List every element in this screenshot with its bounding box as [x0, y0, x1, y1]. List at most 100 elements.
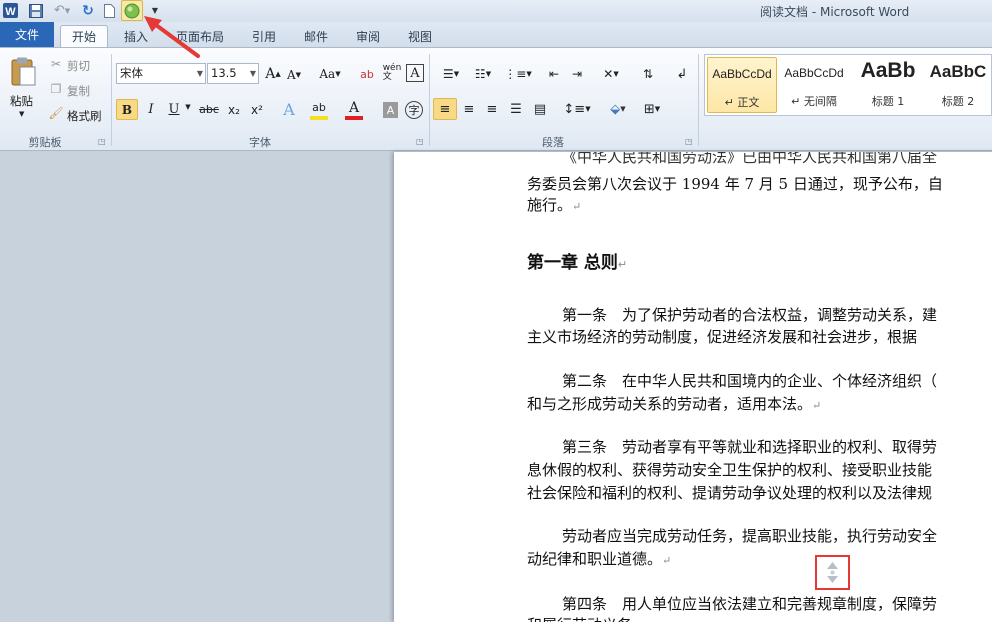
- shading-icon[interactable]: ⬙ ▼: [604, 99, 632, 119]
- document-workspace: 《中华人民共和国劳动法》已由中华人民共和国第八届全 务委员会第八次会议于 199…: [0, 152, 992, 622]
- tab-home[interactable]: 开始: [60, 25, 108, 47]
- show-marks-icon[interactable]: ↲: [672, 65, 692, 83]
- scroll-arrows-icon: [827, 562, 838, 583]
- increase-indent-icon[interactable]: ⇥: [567, 65, 587, 83]
- font-name-combo[interactable]: 宋体 ▼: [116, 63, 206, 84]
- tab-mailings[interactable]: 邮件: [302, 25, 330, 47]
- clipboard-group-label: 剪贴板: [28, 136, 62, 149]
- tab-review[interactable]: 审阅: [354, 25, 382, 47]
- numbering-icon[interactable]: ☷ ▼: [470, 65, 496, 83]
- font-color-icon[interactable]: A: [345, 99, 363, 120]
- new-doc-icon[interactable]: [102, 2, 116, 19]
- style-name: ↵ 正文: [724, 96, 760, 109]
- text-line: 施行。↵: [527, 194, 581, 215]
- paste-dropdown-icon[interactable]: ▼: [19, 110, 24, 118]
- bullets-icon[interactable]: ☰ ▼: [438, 65, 464, 83]
- group-separator: [111, 54, 112, 146]
- style-normal[interactable]: AaBbCcDd ↵ 正文: [707, 57, 777, 113]
- format-painter-button[interactable]: 格式刷: [67, 108, 102, 124]
- strikethrough-button[interactable]: abc: [198, 99, 220, 120]
- align-center-icon[interactable]: ≡: [459, 99, 479, 119]
- character-shading-icon[interactable]: A: [383, 102, 398, 118]
- window-title: 阅读文档 - Microsoft Word: [760, 5, 910, 19]
- text-effects-icon[interactable]: A: [280, 99, 298, 120]
- save-icon[interactable]: [28, 2, 44, 19]
- shrink-font-button[interactable]: A ▼: [286, 66, 302, 84]
- text-line: 主义市场经济的劳动制度，促进经济发展和社会进步，根据: [527, 328, 918, 346]
- grow-font-label: A: [265, 66, 276, 82]
- annotation-arrow-icon: [144, 16, 200, 58]
- highlight-icon[interactable]: ab: [310, 99, 328, 120]
- text-line: 务委员会第八次会议于 1994 年 7 月 5 日通过，现予公布，自: [527, 175, 943, 193]
- undo-icon[interactable]: ↶ ▼: [52, 2, 72, 19]
- redo-icon[interactable]: ↻: [80, 2, 96, 19]
- character-border-icon[interactable]: A: [406, 64, 424, 82]
- text-span: 施行。: [527, 196, 573, 214]
- tab-file[interactable]: 文件: [0, 22, 54, 47]
- chevron-down-icon: ▼: [196, 69, 203, 78]
- style-sample: AaBbC: [929, 62, 987, 81]
- align-right-icon[interactable]: ≡: [482, 99, 502, 119]
- text-line: 《中华人民共和国劳动法》已由中华人民共和国第八届全: [562, 152, 938, 166]
- borders-icon[interactable]: ⊞ ▼: [638, 99, 666, 119]
- font-size-combo[interactable]: 13.5 ▼: [207, 63, 259, 84]
- scissors-icon[interactable]: ✂: [48, 57, 64, 71]
- line-spacing-icon[interactable]: ↕≡ ▼: [563, 99, 591, 119]
- grow-font-button[interactable]: A ▲: [264, 64, 282, 84]
- tab-view[interactable]: 视图: [406, 25, 434, 47]
- multilevel-list-icon[interactable]: ⋮≡ ▼: [504, 65, 532, 83]
- align-left-icon[interactable]: ≡: [433, 98, 457, 120]
- font-size-value: 13.5: [211, 66, 237, 80]
- bold-button[interactable]: B: [116, 99, 138, 120]
- style-heading-2[interactable]: AaBbC 标题 2: [925, 57, 991, 113]
- style-name: 标题 1: [871, 95, 905, 108]
- text-line: 息休假的权利、获得劳动安全卫生保护的权利、接受职业技能: [527, 461, 933, 479]
- font-group-label: 字体: [249, 136, 271, 149]
- shrink-font-label: A: [286, 68, 296, 82]
- justify-icon[interactable]: ☰: [506, 99, 526, 119]
- style-sample: AaBbCcDd: [712, 67, 772, 81]
- text-span: 动纪律和职业道德。: [527, 550, 663, 568]
- change-case-label: Aa: [319, 67, 336, 81]
- subscript-button[interactable]: x₂: [224, 99, 244, 120]
- text-line: 第三条 劳动者享有平等就业和选择职业的权利、取得劳: [562, 438, 938, 456]
- phonetic-guide-icon[interactable]: wén 文: [382, 62, 402, 84]
- word-logo-icon[interactable]: W: [2, 2, 18, 19]
- paste-icon[interactable]: [8, 56, 38, 88]
- format-painter-icon[interactable]: 🖌: [48, 106, 64, 120]
- text-line: 动纪律和职业道德。↵: [527, 548, 671, 569]
- font-launcher-icon[interactable]: ◳: [416, 137, 424, 146]
- italic-button[interactable]: I: [141, 99, 161, 120]
- text-line: 和履行劳动义务。: [527, 614, 647, 622]
- underline-button[interactable]: U: [165, 99, 183, 120]
- decrease-indent-icon[interactable]: ⇤: [544, 65, 564, 83]
- copy-button[interactable]: 复制: [67, 83, 90, 99]
- style-name: 标题 2: [941, 95, 975, 108]
- copy-icon[interactable]: ❐: [48, 82, 64, 96]
- sort-icon[interactable]: ⇅: [638, 65, 658, 83]
- superscript-button[interactable]: x²: [247, 99, 267, 120]
- underline-dropdown-icon[interactable]: ▼: [184, 103, 192, 111]
- text-line: 和与之形成劳动关系的劳动者，适用本法。↵: [527, 393, 821, 414]
- document-page[interactable]: 《中华人民共和国劳动法》已由中华人民共和国第八届全 务委员会第八次会议于 199…: [394, 152, 992, 622]
- text-line: 劳动者应当完成劳动任务，提高职业技能，执行劳动安全: [562, 527, 938, 545]
- text-line: 社会保险和福利的权利、提请劳动争议处理的权利以及法律规: [527, 484, 933, 502]
- font-name-value: 宋体: [120, 66, 143, 80]
- enclose-character-icon[interactable]: 字: [405, 101, 423, 119]
- style-heading-1[interactable]: AaBb 标题 1: [853, 57, 923, 113]
- clear-format-icon[interactable]: ab: [358, 64, 376, 84]
- cut-button[interactable]: 剪切: [67, 58, 90, 74]
- scroll-indicator-highlight[interactable]: [815, 555, 850, 590]
- paragraph-launcher-icon[interactable]: ◳: [685, 137, 693, 146]
- distributed-icon[interactable]: ▤: [530, 99, 550, 119]
- paste-button[interactable]: 粘贴: [10, 93, 33, 109]
- chinese-layout-icon[interactable]: ✕ ▼: [597, 65, 625, 83]
- tab-references[interactable]: 引用: [250, 25, 278, 47]
- text-line: 第四条 用人单位应当依法建立和完善规章制度，保障劳: [562, 595, 938, 613]
- style-no-spacing[interactable]: AaBbCcDd ↵ 无间隔: [779, 57, 849, 113]
- text-line: 第一条 为了保护劳动者的合法权益，调整劳动关系，建: [562, 306, 938, 324]
- svg-text:W: W: [5, 6, 16, 18]
- change-case-button[interactable]: Aa ▼: [316, 65, 344, 83]
- paragraph-group-label: 段落: [542, 136, 564, 149]
- clipboard-launcher-icon[interactable]: ◳: [98, 137, 106, 146]
